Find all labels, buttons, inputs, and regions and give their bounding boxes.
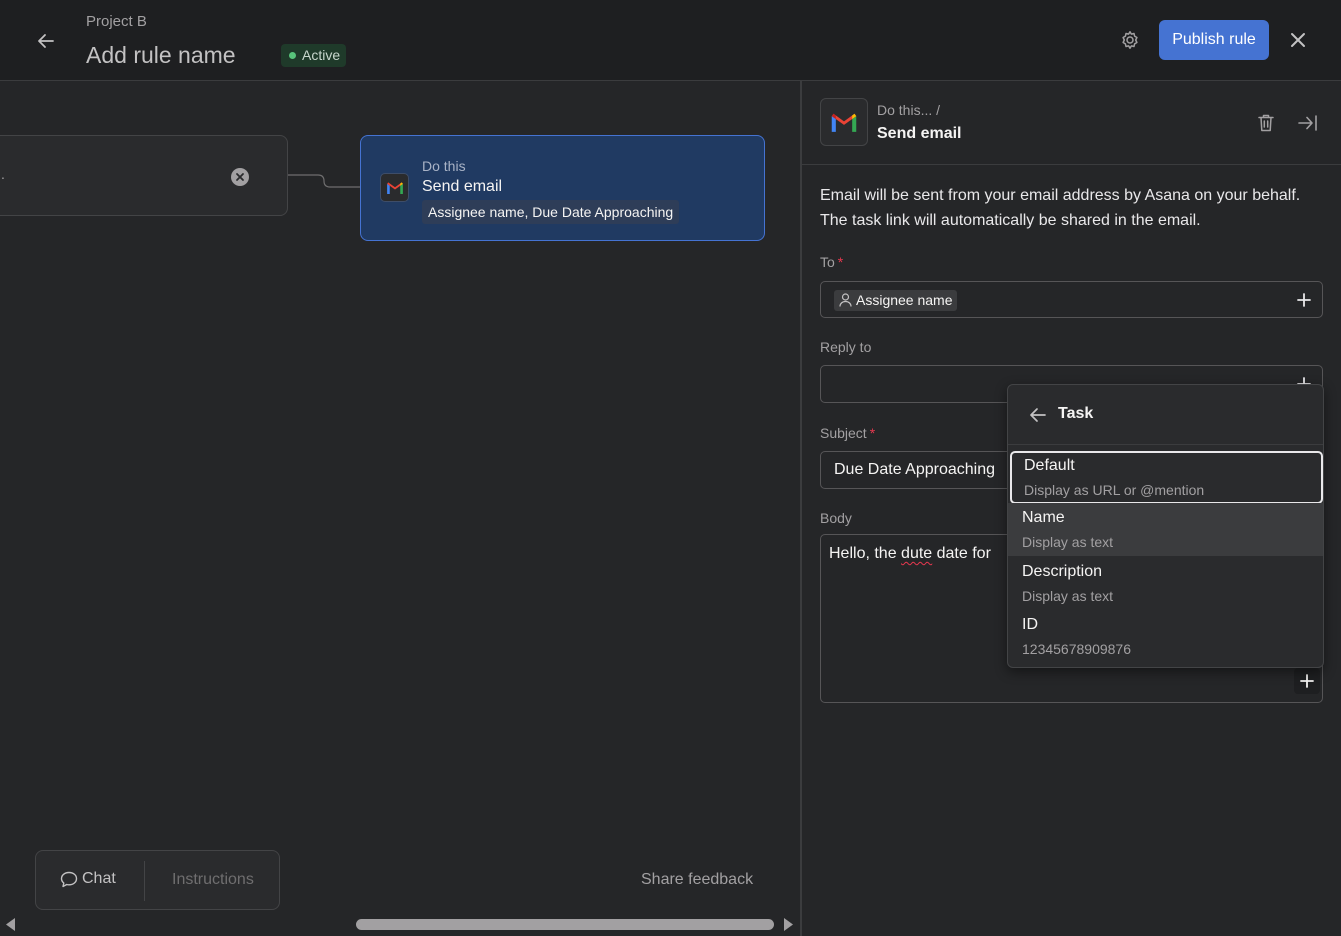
- add-recipient-button[interactable]: [1293, 289, 1315, 311]
- reply-to-label: Reply to: [820, 339, 872, 355]
- scroll-left-icon[interactable]: [6, 918, 16, 931]
- back-button[interactable]: [30, 25, 62, 57]
- menu-back-button[interactable]: [1027, 404, 1049, 426]
- panel-description: Email will be sent from your email addre…: [820, 187, 1301, 229]
- gmail-icon: [380, 173, 409, 202]
- menu-item-label: Description: [1022, 563, 1103, 580]
- menu-item-label: Default: [1024, 457, 1075, 474]
- insert-variable-button[interactable]: [1294, 668, 1320, 694]
- menu-item-description[interactable]: Description Display as text: [1008, 557, 1323, 610]
- body-text-end: date for: [932, 545, 991, 562]
- settings-button[interactable]: [1114, 24, 1146, 56]
- body-text-start: Hello, the: [829, 545, 902, 562]
- menu-item-default[interactable]: Default Display as URL or @mention: [1010, 451, 1323, 504]
- close-icon: [236, 173, 244, 181]
- chat-tab[interactable]: Chat: [60, 870, 116, 888]
- menu-header: Task: [1008, 385, 1323, 445]
- status-badge: Active: [281, 44, 347, 67]
- gear-icon: [1122, 31, 1138, 49]
- top-header: Project B Add rule name Active Publish r…: [0, 0, 1341, 81]
- required-mark: *: [837, 254, 844, 270]
- trash-icon: [1258, 114, 1274, 132]
- action-title: Send email: [422, 178, 503, 195]
- menu-item-name[interactable]: Name Display as text: [1008, 503, 1323, 556]
- recipient-chip[interactable]: Assignee name: [834, 290, 957, 311]
- chat-bubble-icon: [60, 871, 78, 887]
- remove-trigger-button[interactable]: [231, 168, 249, 186]
- menu-item-sublabel: Display as text: [1022, 588, 1114, 604]
- misspelled-word[interactable]: dute: [901, 545, 932, 562]
- gmail-icon: [820, 98, 868, 146]
- publish-rule-button[interactable]: Publish rule: [1159, 20, 1269, 60]
- panel-header: Do this... / Send email: [802, 81, 1341, 165]
- menu-item-label: Name: [1022, 509, 1065, 526]
- arrow-left-icon: [38, 34, 54, 48]
- to-field[interactable]: Assignee name: [820, 281, 1323, 318]
- menu-title: Task: [1058, 405, 1094, 422]
- instructions-tab[interactable]: Instructions: [172, 871, 254, 889]
- project-name[interactable]: Project B: [86, 13, 147, 30]
- chat-tab-label: Chat: [82, 870, 116, 887]
- menu-item-id[interactable]: ID 12345678909876: [1008, 610, 1323, 663]
- collapse-panel-icon: [1298, 115, 1317, 131]
- tab-divider: [144, 861, 145, 901]
- action-card-send-email[interactable]: Do this Send email Assignee name, Due Da…: [360, 135, 765, 241]
- action-subtitle: Do this: [422, 158, 466, 174]
- scroll-right-icon[interactable]: [783, 918, 793, 931]
- connector-line: [288, 174, 360, 188]
- action-variables-chip: Assignee name, Due Date Approaching: [422, 200, 680, 224]
- panel-title: Send email: [877, 125, 962, 142]
- to-label-text: To: [820, 254, 835, 270]
- subject-label-text: Subject: [820, 425, 867, 441]
- person-icon: [839, 293, 852, 307]
- subject-value[interactable]: Due Date Approaching: [834, 461, 995, 479]
- share-feedback-link[interactable]: Share feedback: [641, 871, 753, 889]
- horizontal-scrollbar[interactable]: [0, 913, 800, 936]
- menu-item-label: ID: [1022, 616, 1038, 633]
- trigger-card[interactable]: .: [0, 135, 288, 216]
- menu-item-sublabel: Display as text: [1022, 534, 1114, 550]
- delete-action-button[interactable]: [1254, 111, 1278, 135]
- body-value[interactable]: Hello, the dute date for: [829, 545, 991, 563]
- menu-item-sublabel: 12345678909876: [1022, 641, 1132, 657]
- required-mark: *: [869, 425, 876, 441]
- recipient-chip-label: Assignee name: [856, 292, 953, 308]
- rule-canvas[interactable]: . Do this Send email Assignee name, Due …: [0, 81, 800, 936]
- rule-name-title[interactable]: Add rule name: [86, 42, 236, 69]
- close-button[interactable]: [1282, 24, 1314, 56]
- collapse-panel-button[interactable]: [1296, 111, 1320, 135]
- breadcrumb[interactable]: Do this... /: [877, 102, 940, 118]
- plus-icon: [1297, 293, 1311, 307]
- menu-item-sublabel: Display as URL or @mention: [1024, 482, 1205, 498]
- to-label: To *: [820, 254, 843, 270]
- status-dot: [289, 52, 296, 59]
- arrow-left-icon: [1030, 408, 1046, 422]
- close-icon: [1291, 33, 1305, 47]
- scrollbar-thumb[interactable]: [356, 919, 774, 930]
- status-label: Active: [302, 47, 341, 63]
- task-variable-menu: Task Default Display as URL or @mention …: [1007, 384, 1324, 668]
- assistant-bar: Chat Instructions: [35, 850, 280, 910]
- trigger-text: .: [1, 166, 5, 182]
- plus-icon: [1300, 674, 1314, 688]
- body-label: Body: [820, 510, 852, 526]
- subject-label: Subject *: [820, 425, 875, 441]
